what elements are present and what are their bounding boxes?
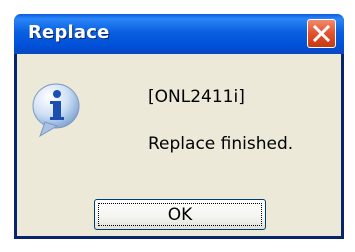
- dialog-title: Replace: [28, 22, 110, 43]
- message-id: [ONL2411i]: [148, 87, 245, 107]
- title-bar[interactable]: Replace: [14, 14, 344, 54]
- close-icon: [312, 24, 331, 43]
- ok-button[interactable]: OK: [94, 199, 266, 230]
- ok-button-label: OK: [167, 204, 193, 225]
- close-button[interactable]: [307, 19, 336, 48]
- replace-dialog: Replace [ONL2411i] Replace finished. OK: [14, 14, 344, 239]
- dialog-body: [ONL2411i] Replace finished. OK: [17, 54, 341, 236]
- info-icon: [32, 83, 80, 138]
- message-text: Replace finished.: [148, 134, 294, 154]
